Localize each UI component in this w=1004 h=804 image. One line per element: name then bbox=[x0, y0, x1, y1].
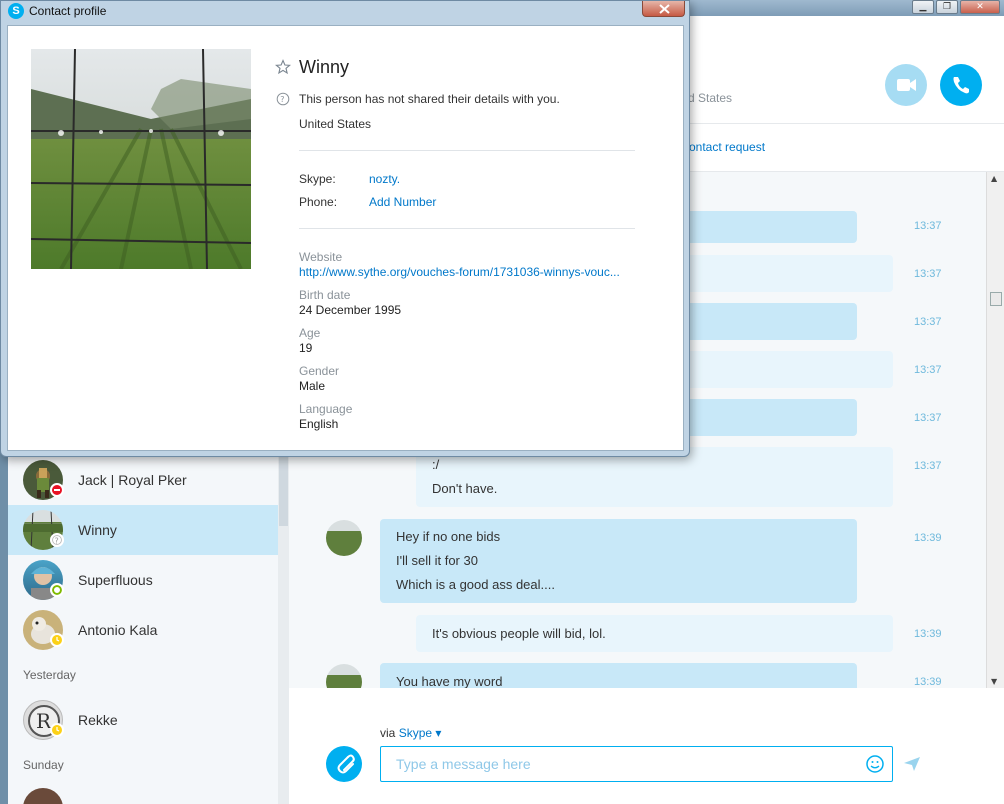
svg-text:?: ? bbox=[280, 95, 284, 104]
video-call-button[interactable] bbox=[885, 64, 927, 106]
dialog-title: Contact profile bbox=[29, 4, 107, 18]
message-time: 13:37 bbox=[914, 364, 942, 376]
sidebar-scrollbar[interactable] bbox=[278, 452, 289, 804]
window-close-button[interactable]: ✕ bbox=[960, 0, 1000, 14]
send-icon[interactable] bbox=[903, 756, 921, 772]
compose-area: via Skype ▾ bbox=[289, 716, 1004, 804]
window-controls: ▁ ❐ ✕ bbox=[912, 0, 1000, 14]
avatar bbox=[23, 788, 63, 804]
section-label-sunday: Sunday bbox=[23, 758, 64, 772]
star-icon[interactable] bbox=[275, 59, 291, 75]
contact-name: Winny bbox=[78, 522, 117, 538]
add-number-link[interactable]: Add Number bbox=[369, 195, 436, 209]
profile-name: Winny bbox=[299, 57, 350, 77]
message-bubble: Hey if no one bids I'll sell it for 30 W… bbox=[380, 519, 857, 603]
video-camera-icon bbox=[897, 79, 916, 91]
gender-value: Male bbox=[299, 379, 326, 393]
section-label-yesterday: Yesterday bbox=[23, 668, 76, 682]
dialog-titlebar: S Contact profile bbox=[1, 1, 689, 21]
phone-label: Phone: bbox=[299, 195, 338, 209]
message-time: 13:37 bbox=[914, 412, 942, 424]
contact-name: Rekke bbox=[78, 712, 118, 728]
contact-name: Antonio Kala bbox=[78, 622, 158, 638]
via-service-dropdown[interactable]: Skype ▾ bbox=[399, 726, 442, 740]
contact-row-rekke[interactable]: R Rekke bbox=[8, 695, 278, 745]
website-link[interactable]: http://www.sythe.org/vouches-forum/17310… bbox=[299, 265, 635, 279]
sender-avatar bbox=[326, 664, 362, 688]
message-input[interactable] bbox=[380, 746, 893, 782]
website-label: Website bbox=[299, 250, 343, 264]
away-status-icon bbox=[50, 723, 64, 737]
age-value: 19 bbox=[299, 341, 313, 355]
maximize-button[interactable]: ❐ bbox=[936, 0, 958, 14]
via-label: via Skype ▾ bbox=[380, 726, 442, 740]
sidebar-scroll-thumb[interactable] bbox=[279, 452, 288, 526]
message-time: 13:37 bbox=[914, 316, 942, 328]
scroll-up-arrow-icon[interactable]: ▲ bbox=[991, 174, 997, 183]
message-bubble: It's obvious people will bid, lol. bbox=[416, 615, 893, 652]
message-time: 13:37 bbox=[914, 460, 942, 472]
attach-button[interactable] bbox=[326, 746, 362, 782]
audio-call-button[interactable] bbox=[940, 64, 982, 106]
scroll-down-arrow-icon[interactable]: ▼ bbox=[991, 677, 997, 686]
chevron-down-icon: ▾ bbox=[435, 726, 442, 740]
contact-row-superfluous[interactable]: Superfluous bbox=[8, 555, 278, 605]
close-icon bbox=[659, 4, 670, 14]
language-label: Language bbox=[299, 402, 353, 416]
svg-text:?: ? bbox=[55, 537, 59, 546]
message-bubble: You have my word bbox=[380, 663, 857, 688]
message-time: 13:37 bbox=[914, 220, 942, 232]
message-time: 13:39 bbox=[914, 628, 942, 640]
contact-row-antonio[interactable]: Antonio Kala bbox=[8, 605, 278, 655]
contact-row-winny[interactable]: ? Winny bbox=[8, 505, 278, 555]
birth-date-label: Birth date bbox=[299, 288, 351, 302]
skype-label: Skype: bbox=[299, 172, 336, 186]
emoticon-icon[interactable] bbox=[865, 754, 885, 774]
gender-label: Gender bbox=[299, 364, 340, 378]
contact-profile-dialog: S Contact profile Winny ? This person ha… bbox=[0, 0, 690, 457]
divider bbox=[299, 228, 635, 229]
profile-photo bbox=[31, 49, 251, 269]
unknown-status-icon: ? bbox=[50, 533, 64, 547]
age-label: Age bbox=[299, 326, 321, 340]
message-scroll-thumb[interactable] bbox=[990, 292, 1002, 306]
message-scrollbar[interactable]: ▲ ▼ bbox=[986, 172, 1004, 688]
paperclip-icon bbox=[337, 754, 355, 774]
privacy-note: This person has not shared their details… bbox=[299, 92, 560, 106]
online-status-icon bbox=[50, 583, 64, 597]
dialog-close-button[interactable] bbox=[642, 1, 685, 17]
dialog-body: Winny ? This person has not shared their… bbox=[7, 25, 684, 451]
skype-name-link[interactable]: nozty. bbox=[369, 172, 400, 186]
phone-icon bbox=[953, 77, 969, 94]
divider bbox=[299, 150, 635, 151]
contact-name: Jack | Royal Pker bbox=[78, 472, 187, 488]
away-status-icon bbox=[50, 633, 64, 647]
contacts-sidebar: Jack | Royal Pker ? Winny Superfluous An… bbox=[8, 452, 289, 804]
skype-logo-icon: S bbox=[8, 3, 24, 19]
contact-name: Superfluous bbox=[78, 572, 153, 588]
birth-date-value: 24 December 1995 bbox=[299, 303, 402, 317]
sender-avatar bbox=[326, 520, 362, 556]
message-time: 13:37 bbox=[914, 268, 942, 280]
profile-country: United States bbox=[299, 117, 372, 131]
contact-row-jack[interactable]: Jack | Royal Pker bbox=[8, 455, 278, 505]
contact-request-link[interactable]: ontact request bbox=[689, 140, 765, 154]
busy-status-icon bbox=[50, 483, 64, 497]
language-value: English bbox=[299, 417, 339, 431]
question-circle-icon: ? bbox=[276, 92, 290, 106]
profile-photo-image bbox=[31, 49, 251, 269]
message-time: 13:39 bbox=[914, 532, 942, 544]
minimize-button[interactable]: ▁ bbox=[912, 0, 934, 14]
message-time: 13:39 bbox=[914, 676, 942, 688]
